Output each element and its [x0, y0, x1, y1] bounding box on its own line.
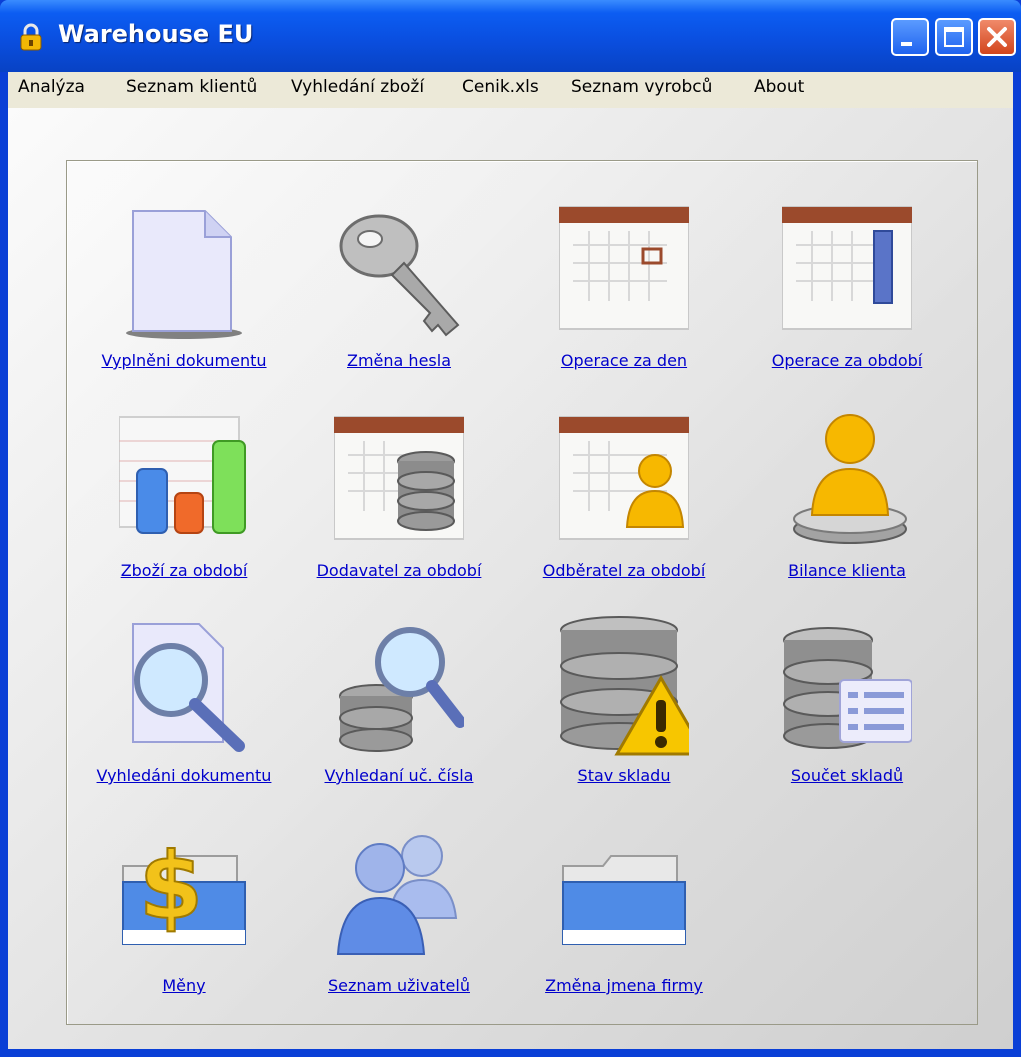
tile-label: Dodavatel za období [316, 561, 482, 580]
calendar-week-icon [782, 206, 912, 330]
tile-zbozi-za-obdobi[interactable]: Zboží za období [79, 411, 289, 601]
tile-label: Změna hesla [347, 351, 451, 370]
tile-label: Stav skladu [577, 766, 671, 785]
tile-label: Vyplněni dokumentu [101, 351, 267, 370]
client-area: Vyplněni dokumentu Změna hesla Operace z… [8, 108, 1013, 1049]
tile-zmena-hesla[interactable]: Změna hesla [294, 201, 504, 391]
currency-folder-icon: $ [122, 832, 246, 945]
menu-seznam-vyrobcu[interactable]: Seznam vyrobců [571, 77, 712, 97]
database-list-icon [783, 627, 912, 749]
calendar-day-icon [559, 206, 689, 330]
minimize-button[interactable] [891, 18, 929, 56]
key-icon [339, 214, 460, 337]
maximize-button[interactable] [935, 18, 973, 56]
maximize-icon [944, 27, 964, 47]
tile-odberatel-za-obdobi[interactable]: Odběratel za období [519, 411, 729, 601]
menu-cenik[interactable]: Cenik.xls [462, 77, 539, 97]
tile-label: Seznam uživatelů [328, 976, 470, 995]
menu-bar: Analýza Seznam klientů Vyhledání zboží C… [8, 72, 1013, 109]
close-button[interactable] [978, 18, 1016, 56]
tile-label: Vyhledaní uč. čísla [324, 766, 474, 785]
tile-operace-za-den[interactable]: Operace za den [519, 201, 729, 391]
tile-label: Vyhledáni dokumentu [96, 766, 272, 785]
tile-vyplneni-dokumentu[interactable]: Vyplněni dokumentu [79, 201, 289, 391]
title-bar[interactable]: Warehouse EU [0, 0, 1021, 72]
users-icon [336, 835, 458, 955]
menu-vyhledani-zbozi[interactable]: Vyhledání zboží [291, 77, 424, 97]
tile-label: Operace za období [771, 351, 923, 370]
window-title: Warehouse EU [58, 20, 254, 48]
tile-operace-za-obdobi[interactable]: Operace za období [742, 201, 952, 391]
database-search-icon [339, 627, 464, 752]
calendar-user-icon [559, 416, 689, 540]
document-search-icon [132, 623, 245, 752]
tile-label: Operace za den [560, 351, 688, 370]
user-pedestal-icon [793, 414, 907, 544]
tile-bilance-klienta[interactable]: Bilance klienta [742, 411, 952, 601]
tile-vyhledani-uc-cisla[interactable]: Vyhledaní uč. čísla [294, 616, 504, 806]
tile-soucet-skladu[interactable]: Součet skladů [742, 616, 952, 806]
tile-meny[interactable]: $ Měny [79, 826, 289, 1016]
menu-analyza[interactable]: Analýza [18, 77, 85, 97]
bar-chart-icon [119, 416, 246, 534]
menu-about[interactable]: About [754, 77, 804, 97]
tile-zmena-jmena-firmy[interactable]: Změna jmena firmy [519, 826, 729, 1016]
tile-panel: Vyplněni dokumentu Změna hesla Operace z… [66, 160, 978, 1025]
calendar-database-icon [334, 416, 464, 540]
database-warning-icon [560, 616, 689, 756]
tile-label: Zboží za období [120, 561, 248, 580]
lock-icon [20, 23, 42, 51]
menu-seznam-klientu[interactable]: Seznam klientů [126, 77, 257, 97]
svg-text:$: $ [139, 833, 203, 940]
folder-icon [562, 855, 686, 945]
tile-label: Měny [162, 976, 206, 995]
tile-stav-skladu[interactable]: Stav skladu [519, 616, 729, 806]
close-icon [987, 27, 1007, 47]
tile-vyhledani-dokumentu[interactable]: Vyhledáni dokumentu [79, 616, 289, 806]
app-window: Warehouse EU Analýza Seznam klientů Vyhl… [0, 0, 1021, 1057]
window-bottom-border [0, 1049, 1021, 1057]
tile-seznam-uzivatelu[interactable]: Seznam uživatelů [294, 826, 504, 1016]
tile-label: Bilance klienta [788, 561, 906, 580]
document-icon [126, 210, 242, 339]
tile-dodavatel-za-obdobi[interactable]: Dodavatel za období [294, 411, 504, 601]
tile-label: Součet skladů [790, 766, 904, 785]
minimize-icon [901, 42, 912, 46]
tile-label: Odběratel za období [542, 561, 706, 580]
tile-label: Změna jmena firmy [545, 976, 703, 995]
